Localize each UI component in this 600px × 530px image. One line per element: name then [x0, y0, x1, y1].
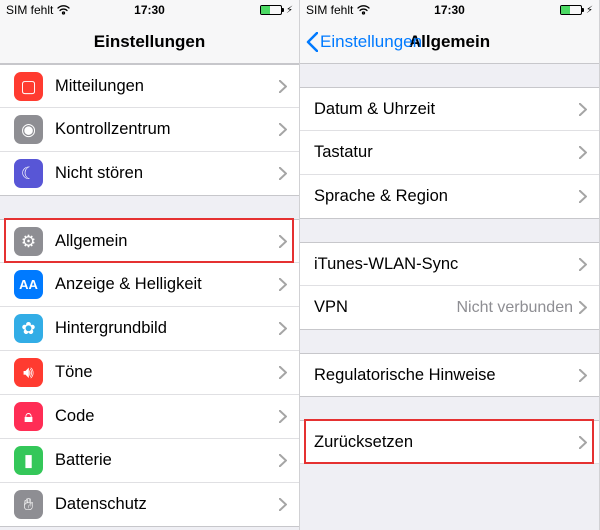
clock-label: 17:30 — [402, 3, 498, 17]
chevron-right-icon — [579, 146, 587, 159]
chevron-right-icon — [279, 410, 287, 423]
display-icon: AA — [14, 270, 43, 299]
charging-icon: ⚡︎ — [586, 5, 593, 16]
row-label: Kontrollzentrum — [55, 120, 279, 139]
row-sounds[interactable]: 🔊︎ Töne — [0, 351, 299, 395]
chevron-right-icon — [579, 301, 587, 314]
nav-bar: Einstellungen — [0, 20, 299, 64]
chevron-left-icon — [306, 32, 318, 52]
speaker-icon: 🔊︎ — [14, 358, 43, 387]
row-general[interactable]: ⚙ Allgemein — [0, 219, 299, 263]
chevron-right-icon — [279, 167, 287, 180]
row-label: Regulatorische Hinweise — [314, 366, 579, 385]
row-label: Nicht stören — [55, 164, 279, 183]
chevron-right-icon — [579, 190, 587, 203]
chevron-right-icon — [579, 258, 587, 271]
row-label: Töne — [55, 363, 279, 382]
row-reset[interactable]: Zurücksetzen — [300, 420, 599, 464]
chevron-right-icon — [579, 369, 587, 382]
chevron-right-icon — [279, 278, 287, 291]
wifi-icon — [57, 5, 70, 15]
row-keyboard[interactable]: Tastatur — [300, 131, 599, 175]
settings-list[interactable]: ▢ Mitteilungen ◉ Kontrollzentrum ☾ Nicht… — [0, 64, 299, 530]
row-label: iTunes-WLAN-Sync — [314, 255, 579, 274]
chevron-right-icon — [279, 322, 287, 335]
charging-icon: ⚡︎ — [286, 5, 293, 16]
row-label: Tastatur — [314, 143, 579, 162]
status-bar: SIM fehlt 17:30 ⚡︎ — [0, 0, 299, 20]
chevron-right-icon — [279, 80, 287, 93]
battery-icon — [260, 5, 282, 15]
row-control-center[interactable]: ◉ Kontrollzentrum — [0, 108, 299, 152]
battery-icon — [560, 5, 582, 15]
gear-icon: ⚙ — [14, 227, 43, 256]
moon-icon: ☾ — [14, 159, 43, 188]
row-value: Nicht verbunden — [456, 299, 573, 317]
row-label: Sprache & Region — [314, 187, 579, 206]
general-list[interactable]: Datum & Uhrzeit Tastatur Sprache & Regio… — [300, 64, 599, 530]
row-display[interactable]: AA Anzeige & Helligkeit — [0, 263, 299, 307]
general-screen: SIM fehlt 17:30 ⚡︎ Einstellungen Allgeme… — [300, 0, 600, 530]
row-notifications[interactable]: ▢ Mitteilungen — [0, 64, 299, 108]
notifications-icon: ▢ — [14, 72, 43, 101]
row-passcode[interactable]: 🔒︎ Code — [0, 395, 299, 439]
row-label: Anzeige & Helligkeit — [55, 275, 279, 294]
row-label: VPN — [314, 298, 456, 317]
row-label: Batterie — [55, 451, 279, 470]
row-battery[interactable]: ▮ Batterie — [0, 439, 299, 483]
chevron-right-icon — [279, 366, 287, 379]
chevron-right-icon — [279, 454, 287, 467]
row-privacy[interactable]: ✋︎ Datenschutz — [0, 483, 299, 527]
hand-icon: ✋︎ — [14, 490, 43, 519]
chevron-right-icon — [279, 123, 287, 136]
row-vpn[interactable]: VPN Nicht verbunden — [300, 286, 599, 330]
row-regulatory[interactable]: Regulatorische Hinweise — [300, 353, 599, 397]
wallpaper-icon: ✿ — [14, 314, 43, 343]
chevron-right-icon — [579, 103, 587, 116]
row-itunes-wlan-sync[interactable]: iTunes-WLAN-Sync — [300, 242, 599, 286]
row-language-region[interactable]: Sprache & Region — [300, 175, 599, 219]
row-label: Zurücksetzen — [314, 433, 579, 452]
carrier-label: SIM fehlt — [6, 3, 53, 17]
lock-icon: 🔒︎ — [14, 402, 43, 431]
row-label: Mitteilungen — [55, 77, 279, 96]
control-center-icon: ◉ — [14, 115, 43, 144]
chevron-right-icon — [279, 498, 287, 511]
chevron-right-icon — [579, 436, 587, 449]
settings-screen: SIM fehlt 17:30 ⚡︎ Einstellungen ▢ Mitte… — [0, 0, 300, 530]
clock-label: 17:30 — [102, 3, 198, 17]
row-label: Datenschutz — [55, 495, 279, 514]
back-button[interactable]: Einstellungen — [300, 32, 422, 52]
carrier-label: SIM fehlt — [306, 3, 353, 17]
row-label: Allgemein — [55, 232, 279, 251]
chevron-right-icon — [279, 235, 287, 248]
row-label: Code — [55, 407, 279, 426]
row-date-time[interactable]: Datum & Uhrzeit — [300, 87, 599, 131]
nav-title: Einstellungen — [0, 32, 299, 52]
battery-menu-icon: ▮ — [14, 446, 43, 475]
nav-bar: Einstellungen Allgemein — [300, 20, 599, 64]
row-wallpaper[interactable]: ✿ Hintergrundbild — [0, 307, 299, 351]
status-bar: SIM fehlt 17:30 ⚡︎ — [300, 0, 599, 20]
row-do-not-disturb[interactable]: ☾ Nicht stören — [0, 152, 299, 196]
row-label: Hintergrundbild — [55, 319, 279, 338]
wifi-icon — [357, 5, 370, 15]
back-label: Einstellungen — [320, 32, 422, 52]
row-label: Datum & Uhrzeit — [314, 100, 579, 119]
